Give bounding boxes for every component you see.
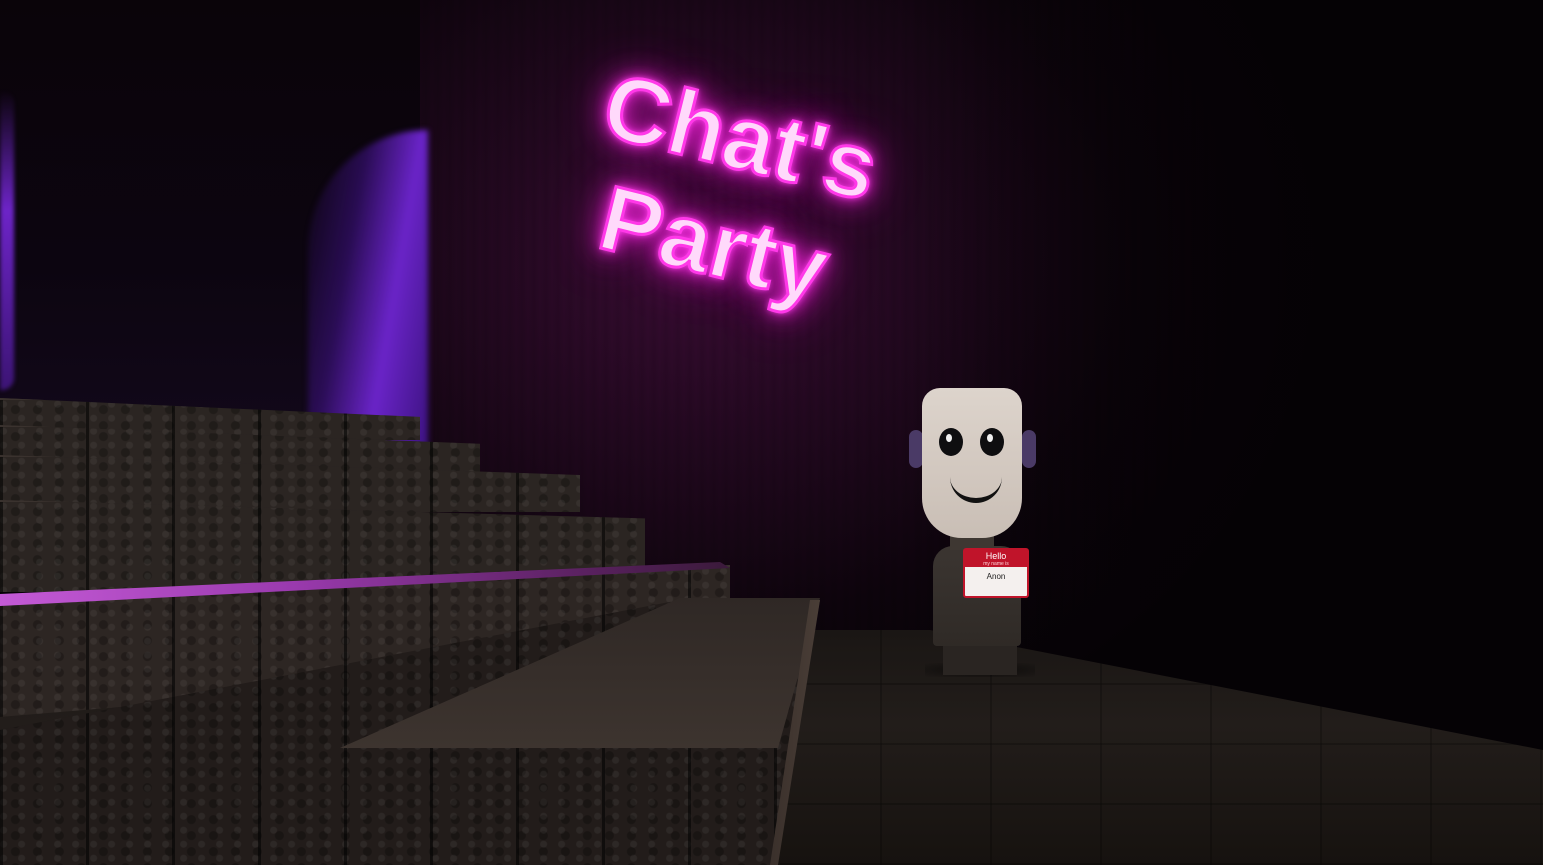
headphone-icon: [1022, 430, 1036, 468]
name-tag-header: Hello: [965, 550, 1027, 561]
headphone-icon: [909, 430, 923, 468]
avatar-character[interactable]: Hello my name is Anon: [905, 388, 1045, 678]
avatar-legs: [943, 643, 1017, 675]
avatar-eye-left: [939, 428, 963, 456]
avatar-head: [922, 388, 1022, 538]
purple-light-left: [0, 90, 14, 390]
avatar-eye-right: [980, 428, 1004, 456]
name-tag: Hello my name is Anon: [963, 548, 1029, 598]
game-viewport[interactable]: Chat's Party Hello my name is Anon: [0, 0, 1543, 865]
name-tag-name: Anon: [986, 572, 1006, 581]
avatar-smile: [950, 472, 1002, 503]
